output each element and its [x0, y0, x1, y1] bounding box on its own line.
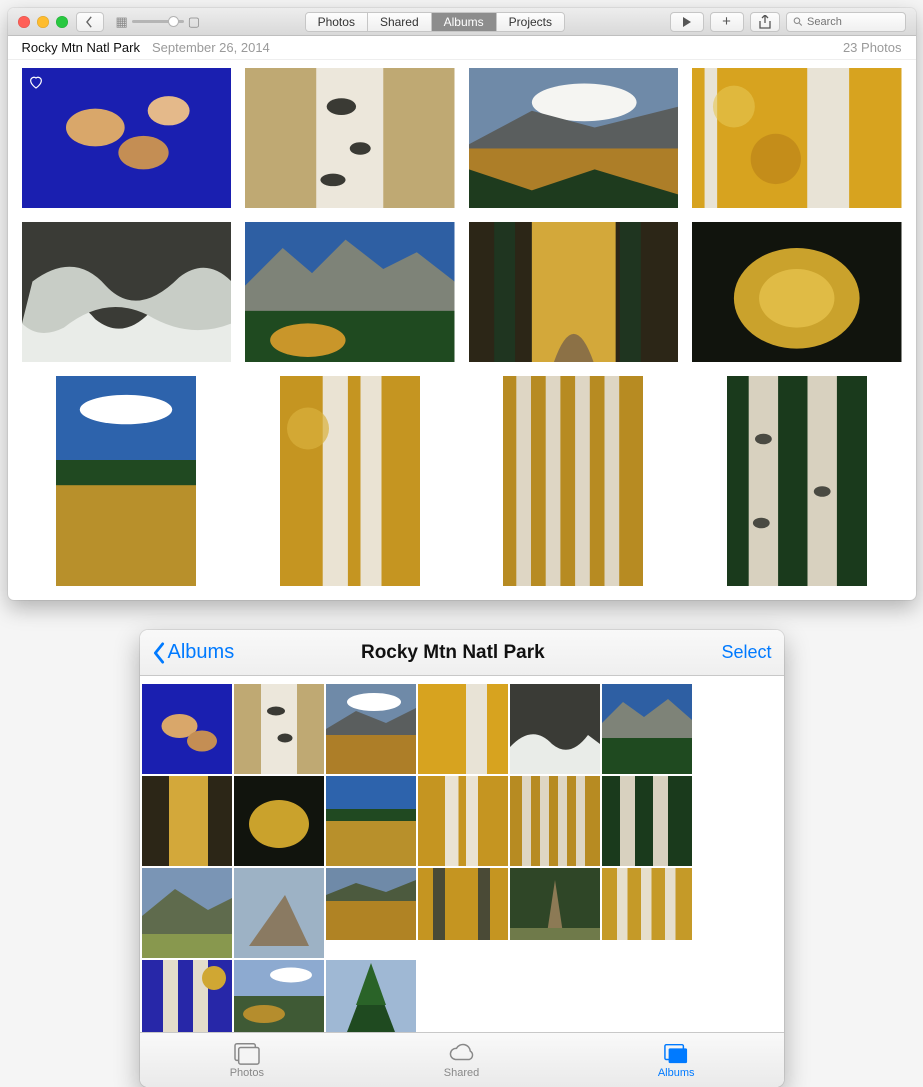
tab-albums[interactable]: Albums — [569, 1033, 784, 1087]
album-header: Rocky Mtn Natl Park September 26, 2014 2… — [8, 36, 916, 60]
photo-thumbnail[interactable] — [142, 776, 232, 866]
photo-thumbnail[interactable] — [418, 684, 508, 774]
zoom-window-button[interactable] — [56, 16, 68, 28]
share-button[interactable] — [750, 12, 780, 32]
photo-grid — [8, 60, 916, 600]
thumbnail-size-control[interactable]: ▦ ▢ — [116, 14, 201, 30]
photo-thumbnail[interactable] — [326, 776, 416, 866]
photo-thumbnail[interactable] — [142, 960, 232, 1032]
tab-photos[interactable]: Photos — [306, 13, 368, 31]
photo-thumbnail[interactable] — [234, 776, 324, 866]
photo-thumbnail[interactable] — [510, 868, 600, 940]
back-button[interactable] — [76, 12, 104, 32]
photo-thumbnail[interactable] — [245, 222, 455, 362]
play-slideshow-button[interactable] — [670, 12, 704, 32]
photo-thumbnail[interactable] — [234, 960, 324, 1032]
photo-thumbnail[interactable] — [326, 684, 416, 774]
ios-photos-window: Albums Rocky Mtn Natl Park Select P — [140, 630, 784, 1087]
tab-photos[interactable]: Photos — [140, 1033, 355, 1087]
photo-thumbnail[interactable] — [602, 684, 692, 774]
photo-thumbnail[interactable] — [692, 68, 902, 208]
tab-label: Shared — [444, 1067, 479, 1079]
tab-shared[interactable]: Shared — [354, 1033, 569, 1087]
share-icon — [759, 15, 771, 29]
photo-thumbnail[interactable] — [234, 868, 324, 958]
ios-photo-grid — [140, 676, 784, 1032]
window-controls — [18, 16, 68, 28]
photo-thumbnail[interactable] — [22, 222, 232, 362]
search-input[interactable] — [807, 16, 899, 28]
album-title: Rocky Mtn Natl Park — [22, 40, 140, 55]
chevron-left-icon — [152, 642, 166, 664]
favorite-icon[interactable] — [28, 74, 44, 90]
tab-label: Photos — [230, 1067, 264, 1079]
photo-thumbnail[interactable] — [727, 376, 867, 586]
view-mode-tabs: Photos Shared Albums Projects — [305, 12, 565, 32]
plus-icon: + — [722, 13, 731, 30]
photo-thumbnail[interactable] — [418, 868, 508, 940]
mac-photos-window: ▦ ▢ Photos Shared Albums Projects + — [8, 8, 916, 600]
tab-albums[interactable]: Albums — [432, 13, 497, 31]
photo-thumbnail[interactable] — [326, 868, 416, 940]
search-icon — [793, 16, 803, 27]
photo-thumbnail[interactable] — [418, 776, 508, 866]
select-button[interactable]: Select — [721, 642, 771, 663]
minimize-window-button[interactable] — [37, 16, 49, 28]
tab-label: Albums — [658, 1067, 695, 1079]
photo-count: 23 Photos — [843, 40, 902, 55]
chevron-left-icon — [85, 16, 94, 28]
play-icon — [682, 17, 692, 27]
photo-thumbnail[interactable] — [234, 684, 324, 774]
tab-projects[interactable]: Projects — [497, 13, 564, 31]
photo-thumbnail[interactable] — [280, 376, 420, 586]
albums-tab-icon — [661, 1041, 691, 1065]
photo-thumbnail[interactable] — [469, 222, 679, 362]
photo-thumbnail[interactable] — [510, 684, 600, 774]
cloud-icon — [447, 1041, 477, 1065]
album-date: September 26, 2014 — [152, 40, 270, 55]
photo-thumbnail[interactable] — [22, 68, 232, 208]
photo-thumbnail[interactable] — [602, 868, 692, 940]
photo-thumbnail[interactable] — [142, 868, 232, 958]
grid-small-icon: ▦ — [116, 14, 128, 30]
photo-thumbnail[interactable] — [503, 376, 643, 586]
photo-thumbnail[interactable] — [245, 68, 455, 208]
photo-thumbnail[interactable] — [602, 776, 692, 866]
grid-large-icon: ▢ — [188, 14, 200, 30]
close-window-button[interactable] — [18, 16, 30, 28]
photo-thumbnail[interactable] — [692, 222, 902, 362]
ios-navbar: Albums Rocky Mtn Natl Park Select — [140, 630, 784, 676]
photos-tab-icon — [232, 1041, 262, 1065]
ios-tabbar: Photos Shared Albums — [140, 1032, 784, 1087]
add-button[interactable]: + — [710, 12, 744, 32]
tab-shared[interactable]: Shared — [368, 13, 432, 31]
photo-thumbnail[interactable] — [469, 68, 679, 208]
zoom-slider[interactable] — [132, 20, 184, 23]
titlebar: ▦ ▢ Photos Shared Albums Projects + — [8, 8, 916, 36]
photo-thumbnail[interactable] — [56, 376, 196, 586]
ios-album-title: Rocky Mtn Natl Park — [184, 642, 721, 664]
photo-thumbnail[interactable] — [142, 684, 232, 774]
search-field[interactable] — [786, 12, 906, 32]
photo-thumbnail[interactable] — [326, 960, 416, 1032]
photo-thumbnail[interactable] — [510, 776, 600, 866]
